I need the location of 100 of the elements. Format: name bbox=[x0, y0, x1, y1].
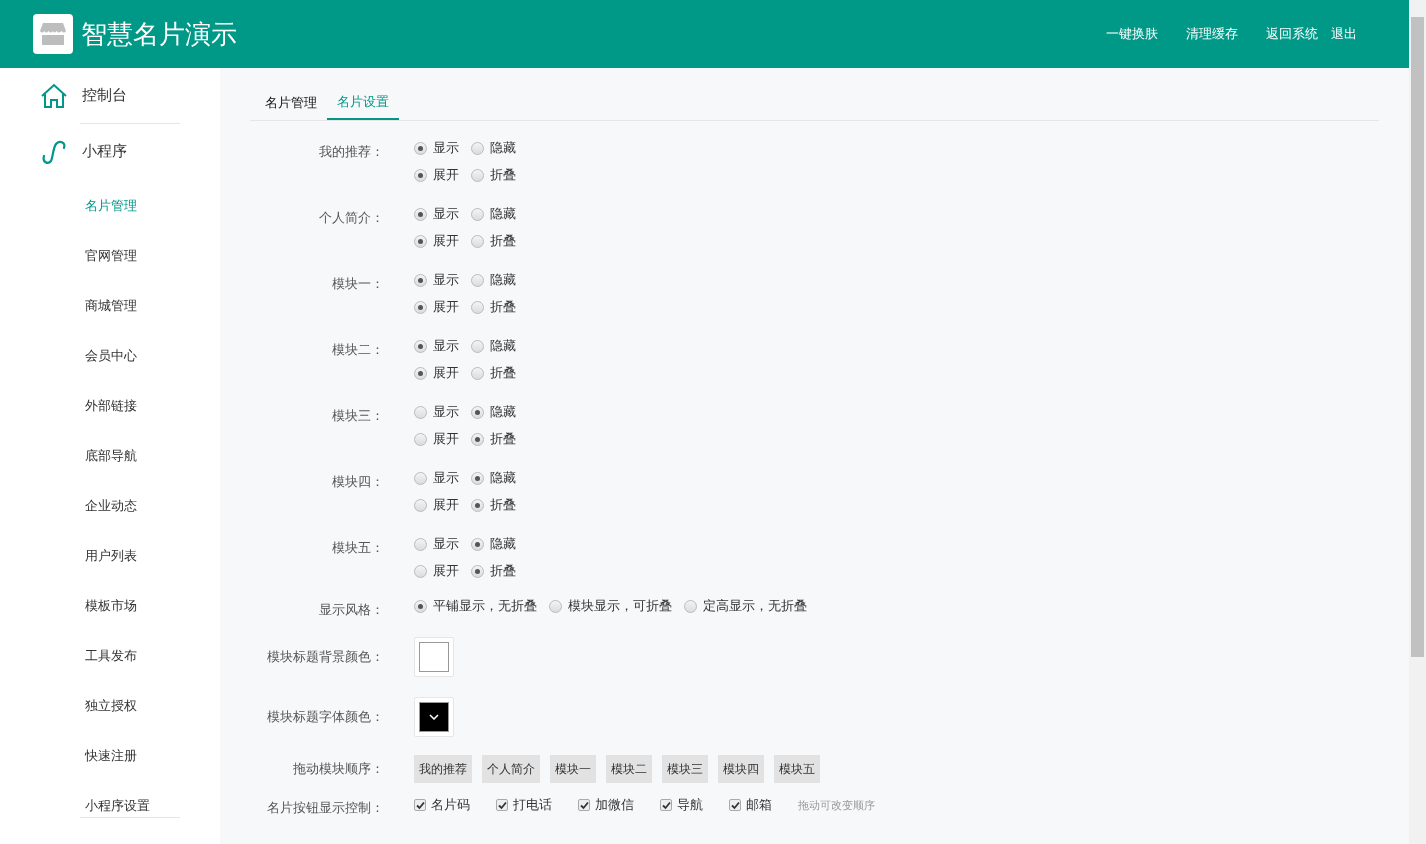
radio-button[interactable] bbox=[414, 207, 427, 221]
radio-button[interactable] bbox=[414, 339, 427, 353]
sidebar-section[interactable]: 控制台 bbox=[0, 68, 220, 123]
sidebar-item[interactable]: 名片管理 bbox=[0, 181, 220, 231]
radio-button[interactable] bbox=[471, 405, 484, 419]
sidebar-item[interactable]: 工具发布 bbox=[0, 631, 220, 681]
field-label: 模块一： bbox=[331, 275, 385, 293]
radio-button[interactable] bbox=[414, 405, 427, 419]
radio-button[interactable] bbox=[414, 432, 427, 446]
radio-button[interactable] bbox=[414, 537, 427, 551]
radio-label: 折叠 bbox=[490, 430, 516, 449]
radio-button[interactable] bbox=[471, 366, 484, 380]
tab[interactable]: 名片设置 bbox=[327, 86, 399, 120]
draggable-module-tag[interactable]: 模块五 bbox=[774, 755, 820, 783]
radio-label: 折叠 bbox=[490, 298, 516, 317]
radio-label: 折叠 bbox=[490, 364, 516, 383]
radio-button[interactable] bbox=[414, 471, 427, 485]
checkbox-label: 加微信 bbox=[595, 796, 634, 815]
header-link[interactable]: 清理缓存 bbox=[1186, 24, 1238, 44]
sidebar-item[interactable]: 快速注册 bbox=[0, 731, 220, 781]
header-link[interactable]: 返回系统 bbox=[1266, 24, 1318, 44]
radio-label: 折叠 bbox=[490, 562, 516, 581]
radio-button[interactable] bbox=[414, 564, 427, 578]
checkbox[interactable] bbox=[660, 799, 672, 811]
radio-label: 展开 bbox=[433, 496, 459, 515]
field-label: 模块三： bbox=[331, 407, 385, 425]
sidebar-item[interactable]: 独立授权 bbox=[0, 681, 220, 731]
sidebar-item[interactable]: 外部链接 bbox=[0, 381, 220, 431]
radio-label: 显示 bbox=[433, 403, 459, 422]
radio-label: 模块显示，可折叠 bbox=[568, 597, 672, 616]
checkbox-label: 邮箱 bbox=[746, 796, 772, 815]
radio-label: 展开 bbox=[433, 562, 459, 581]
radio-button[interactable] bbox=[471, 300, 484, 314]
store-icon bbox=[40, 23, 66, 45]
checkbox[interactable] bbox=[414, 799, 426, 811]
radio-button[interactable] bbox=[471, 273, 484, 287]
checkbox-label: 导航 bbox=[677, 796, 703, 815]
sidebar-item[interactable]: 官网管理 bbox=[0, 231, 220, 281]
radio-label: 隐藏 bbox=[490, 205, 516, 224]
radio-button[interactable] bbox=[471, 234, 484, 248]
radio-label: 显示 bbox=[433, 535, 459, 554]
header-link[interactable]: 退出 bbox=[1331, 24, 1357, 44]
checkbox[interactable] bbox=[496, 799, 508, 811]
draggable-module-tag[interactable]: 模块一 bbox=[550, 755, 596, 783]
field-label: 模块标题背景颜色： bbox=[266, 648, 385, 667]
radio-button[interactable] bbox=[414, 498, 427, 512]
radio-label: 显示 bbox=[433, 337, 459, 356]
field-label: 模块四： bbox=[331, 473, 385, 491]
draggable-module-tag[interactable]: 个人简介 bbox=[482, 755, 540, 783]
home-icon bbox=[40, 82, 68, 109]
radio-label: 定高显示，无折叠 bbox=[703, 597, 807, 616]
draggable-module-tag[interactable]: 模块三 bbox=[662, 755, 708, 783]
radio-button[interactable] bbox=[414, 168, 427, 182]
radio-label: 隐藏 bbox=[490, 535, 516, 554]
radio-button[interactable] bbox=[684, 599, 697, 613]
header-link[interactable]: 一键换肤 bbox=[1106, 24, 1158, 44]
sidebar-item[interactable]: 模板市场 bbox=[0, 581, 220, 631]
radio-button[interactable] bbox=[414, 234, 427, 248]
checkbox-label: 名片码 bbox=[431, 796, 470, 815]
chevron-down-icon bbox=[429, 714, 439, 720]
radio-button[interactable] bbox=[471, 168, 484, 182]
sidebar-item[interactable]: 底部导航 bbox=[0, 431, 220, 481]
field-label: 模块二： bbox=[331, 341, 385, 359]
draggable-module-tag[interactable]: 模块四 bbox=[718, 755, 764, 783]
field-label: 模块五： bbox=[331, 539, 385, 557]
scrollbar-thumb[interactable] bbox=[1411, 17, 1424, 657]
radio-button[interactable] bbox=[471, 564, 484, 578]
radio-button[interactable] bbox=[471, 498, 484, 512]
radio-button[interactable] bbox=[471, 432, 484, 446]
radio-button[interactable] bbox=[414, 366, 427, 380]
sidebar-item[interactable]: 商城管理 bbox=[0, 281, 220, 331]
radio-label: 折叠 bbox=[490, 496, 516, 515]
radio-button[interactable] bbox=[549, 599, 562, 613]
sidebar-item[interactable]: 会员中心 bbox=[0, 331, 220, 381]
checkbox[interactable] bbox=[578, 799, 590, 811]
radio-button[interactable] bbox=[471, 339, 484, 353]
radio-button[interactable] bbox=[471, 141, 484, 155]
radio-button[interactable] bbox=[414, 599, 427, 613]
radio-button[interactable] bbox=[414, 273, 427, 287]
radio-label: 隐藏 bbox=[490, 403, 516, 422]
radio-label: 展开 bbox=[433, 298, 459, 317]
radio-button[interactable] bbox=[414, 300, 427, 314]
radio-button[interactable] bbox=[471, 471, 484, 485]
draggable-module-tag[interactable]: 模块二 bbox=[606, 755, 652, 783]
tab[interactable]: 名片管理 bbox=[255, 86, 327, 120]
field-label: 我的推荐： bbox=[318, 143, 385, 161]
radio-label: 隐藏 bbox=[490, 271, 516, 290]
sidebar-item[interactable]: 企业动态 bbox=[0, 481, 220, 531]
radio-button[interactable] bbox=[471, 537, 484, 551]
sidebar-item[interactable]: 用户列表 bbox=[0, 531, 220, 581]
field-label: 拖动模块顺序： bbox=[292, 760, 385, 779]
draggable-module-tag[interactable]: 我的推荐 bbox=[414, 755, 472, 783]
radio-label: 显示 bbox=[433, 469, 459, 488]
radio-label: 平铺显示，无折叠 bbox=[433, 597, 537, 616]
scrollbar[interactable] bbox=[1409, 0, 1426, 844]
sidebar-item[interactable]: 小程序设置 bbox=[0, 781, 220, 831]
radio-button[interactable] bbox=[414, 141, 427, 155]
radio-button[interactable] bbox=[471, 207, 484, 221]
checkbox[interactable] bbox=[729, 799, 741, 811]
sidebar-section[interactable]: 小程序 bbox=[0, 124, 220, 179]
